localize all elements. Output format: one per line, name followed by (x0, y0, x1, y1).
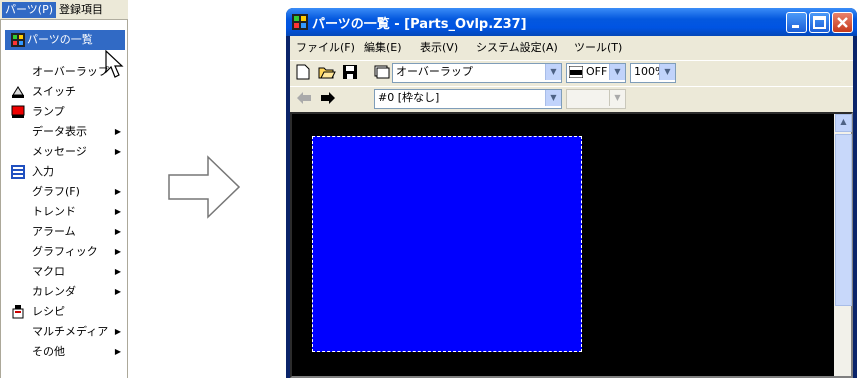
edit-canvas[interactable]: ▲ (290, 112, 853, 378)
menu-item-label: グラフィック (32, 245, 98, 258)
menu-item-label: パーツの一覧 (27, 33, 93, 46)
menu-item-input[interactable]: 入力 (1, 162, 127, 182)
menu-file[interactable]: ファイル(F) (296, 39, 355, 55)
menu-item-data-display[interactable]: データ表示 ▶ (1, 122, 127, 142)
transition-arrow-icon (168, 155, 240, 219)
minimize-icon (792, 25, 799, 28)
menu-item-message[interactable]: メッセージ ▶ (1, 142, 127, 162)
menu-item-label: マルチメディア (32, 325, 109, 338)
forward-arrow-icon[interactable] (320, 91, 336, 105)
close-icon (837, 17, 848, 28)
parts-dropdown: パーツの一覧 オーバーラップ スイッチ ランプ データ表示 ▶ メッセージ ▶ (0, 20, 128, 378)
menu-item-label: グラフ(F) (32, 185, 80, 198)
menu-item-calendar[interactable]: カレンダ ▶ (1, 282, 127, 302)
menu-item-multimedia[interactable]: マルチメディア ▶ (1, 322, 127, 342)
menu-item-switch[interactable]: スイッチ (1, 82, 127, 102)
menu-item-label: カレンダ (32, 285, 76, 298)
menu-item-label: メッセージ (32, 145, 87, 158)
menu-item-label: その他 (32, 345, 65, 358)
switch-icon (11, 85, 25, 99)
input-icon (11, 165, 25, 179)
menu-item-label: マクロ (32, 265, 65, 278)
overlap-part[interactable] (312, 136, 582, 352)
maximize-icon (813, 16, 826, 29)
scroll-thumb[interactable] (835, 134, 852, 306)
frame-color-combo: ▼ (566, 89, 626, 109)
title-bar[interactable]: パーツの一覧 - [Parts_Ovlp.Z37] (286, 8, 857, 36)
submenu-arrow-icon: ▶ (114, 267, 121, 276)
menubar-parts[interactable]: パーツ(P) (2, 2, 56, 18)
window-client: ファイル(F) 編集(E) 表示(V) システム設定(A) ツール(T) オーバ… (290, 36, 853, 378)
chevron-down-icon[interactable]: ▼ (545, 90, 561, 106)
maximize-button[interactable] (809, 12, 830, 33)
menu-item-other[interactable]: その他 ▶ (1, 342, 127, 362)
menu-item-alarm[interactable]: アラーム ▶ (1, 222, 127, 242)
menu-view[interactable]: 表示(V) (420, 39, 458, 55)
scroll-up-icon[interactable]: ▲ (835, 114, 852, 132)
window-title: パーツの一覧 - [Parts_Ovlp.Z37] (312, 17, 527, 32)
app-icon (292, 14, 308, 30)
parts-menu: パーツ(P) 登録項目 パーツの一覧 オーバーラップ スイッチ ランプ データ表… (0, 0, 128, 378)
menu-item-parts-list[interactable]: パーツの一覧 (5, 30, 125, 50)
submenu-arrow-icon: ▶ (114, 247, 121, 256)
frame-combo[interactable]: #0 [枠なし] ▼ (374, 89, 562, 109)
menu-item-recipe[interactable]: レシピ (1, 302, 127, 322)
state-value: OFF (586, 65, 608, 78)
menu-tools[interactable]: ツール(T) (574, 39, 622, 55)
submenu-arrow-icon: ▶ (114, 287, 121, 296)
menu-item-label: トレンド (32, 205, 76, 218)
submenu-arrow-icon: ▶ (114, 227, 121, 236)
recipe-icon (11, 305, 25, 319)
state-combo[interactable]: OFF ▼ (566, 63, 626, 83)
submenu-arrow-icon: ▶ (114, 147, 121, 156)
menu-edit[interactable]: 編集(E) (364, 39, 402, 55)
overlap-type-icon (374, 65, 390, 79)
chevron-down-icon[interactable]: ▼ (659, 64, 675, 80)
minimize-button[interactable] (786, 12, 807, 33)
menu-item-label: データ表示 (32, 125, 87, 138)
menubar-registered-items[interactable]: 登録項目 (56, 2, 106, 18)
submenu-arrow-icon: ▶ (114, 127, 121, 136)
menu-item-label: スイッチ (32, 85, 76, 98)
menu-item-label: 入力 (32, 165, 54, 178)
menu-item-label: アラーム (32, 225, 76, 238)
window-menubar: ファイル(F) 編集(E) 表示(V) システム設定(A) ツール(T) (290, 36, 853, 58)
menu-item-label: レシピ (32, 305, 65, 318)
menu-item-label: オーバーラップ (32, 65, 109, 78)
chevron-down-icon[interactable]: ▼ (609, 64, 625, 80)
new-file-icon[interactable] (296, 64, 310, 80)
chevron-down-icon[interactable]: ▼ (545, 64, 561, 80)
menu-item-graph[interactable]: グラフ(F) ▶ (1, 182, 127, 202)
close-button[interactable] (832, 12, 853, 33)
toolbar-frame: #0 [枠なし] ▼ ▼ (290, 86, 853, 110)
part-type-combo[interactable]: オーバーラップ ▼ (392, 63, 562, 83)
menu-system-settings[interactable]: システム設定(A) (476, 39, 558, 55)
submenu-arrow-icon: ▶ (114, 347, 121, 356)
save-icon[interactable] (342, 64, 358, 80)
back-arrow-icon[interactable] (296, 91, 312, 105)
open-folder-icon[interactable] (318, 64, 336, 80)
submenu-arrow-icon: ▶ (114, 207, 121, 216)
menu-item-label: ランプ (32, 105, 65, 118)
menu-item-macro[interactable]: マクロ ▶ (1, 262, 127, 282)
zoom-combo[interactable]: 100% ▼ (630, 63, 676, 83)
chevron-down-icon: ▼ (609, 90, 625, 106)
parts-list-icon (11, 33, 25, 47)
menu-item-graphic[interactable]: グラフィック ▶ (1, 242, 127, 262)
frame-value: #0 [枠なし] (378, 91, 440, 104)
submenu-arrow-icon: ▶ (114, 327, 121, 336)
menu-item-lamp[interactable]: ランプ (1, 102, 127, 122)
menu-item-trend[interactable]: トレンド ▶ (1, 202, 127, 222)
vertical-scrollbar[interactable]: ▲ (834, 114, 852, 376)
menu-item-overlap[interactable]: オーバーラップ (1, 62, 127, 82)
lamp-icon (11, 105, 25, 119)
menubar: パーツ(P) 登録項目 (0, 0, 128, 20)
toolbar-main: オーバーラップ ▼ OFF ▼ 100% ▼ (290, 60, 853, 84)
submenu-arrow-icon: ▶ (114, 187, 121, 196)
parts-list-window: パーツの一覧 - [Parts_Ovlp.Z37] ファイル(F) 編集(E) … (286, 8, 857, 378)
part-type-value: オーバーラップ (396, 65, 473, 78)
off-state-icon (569, 66, 583, 78)
